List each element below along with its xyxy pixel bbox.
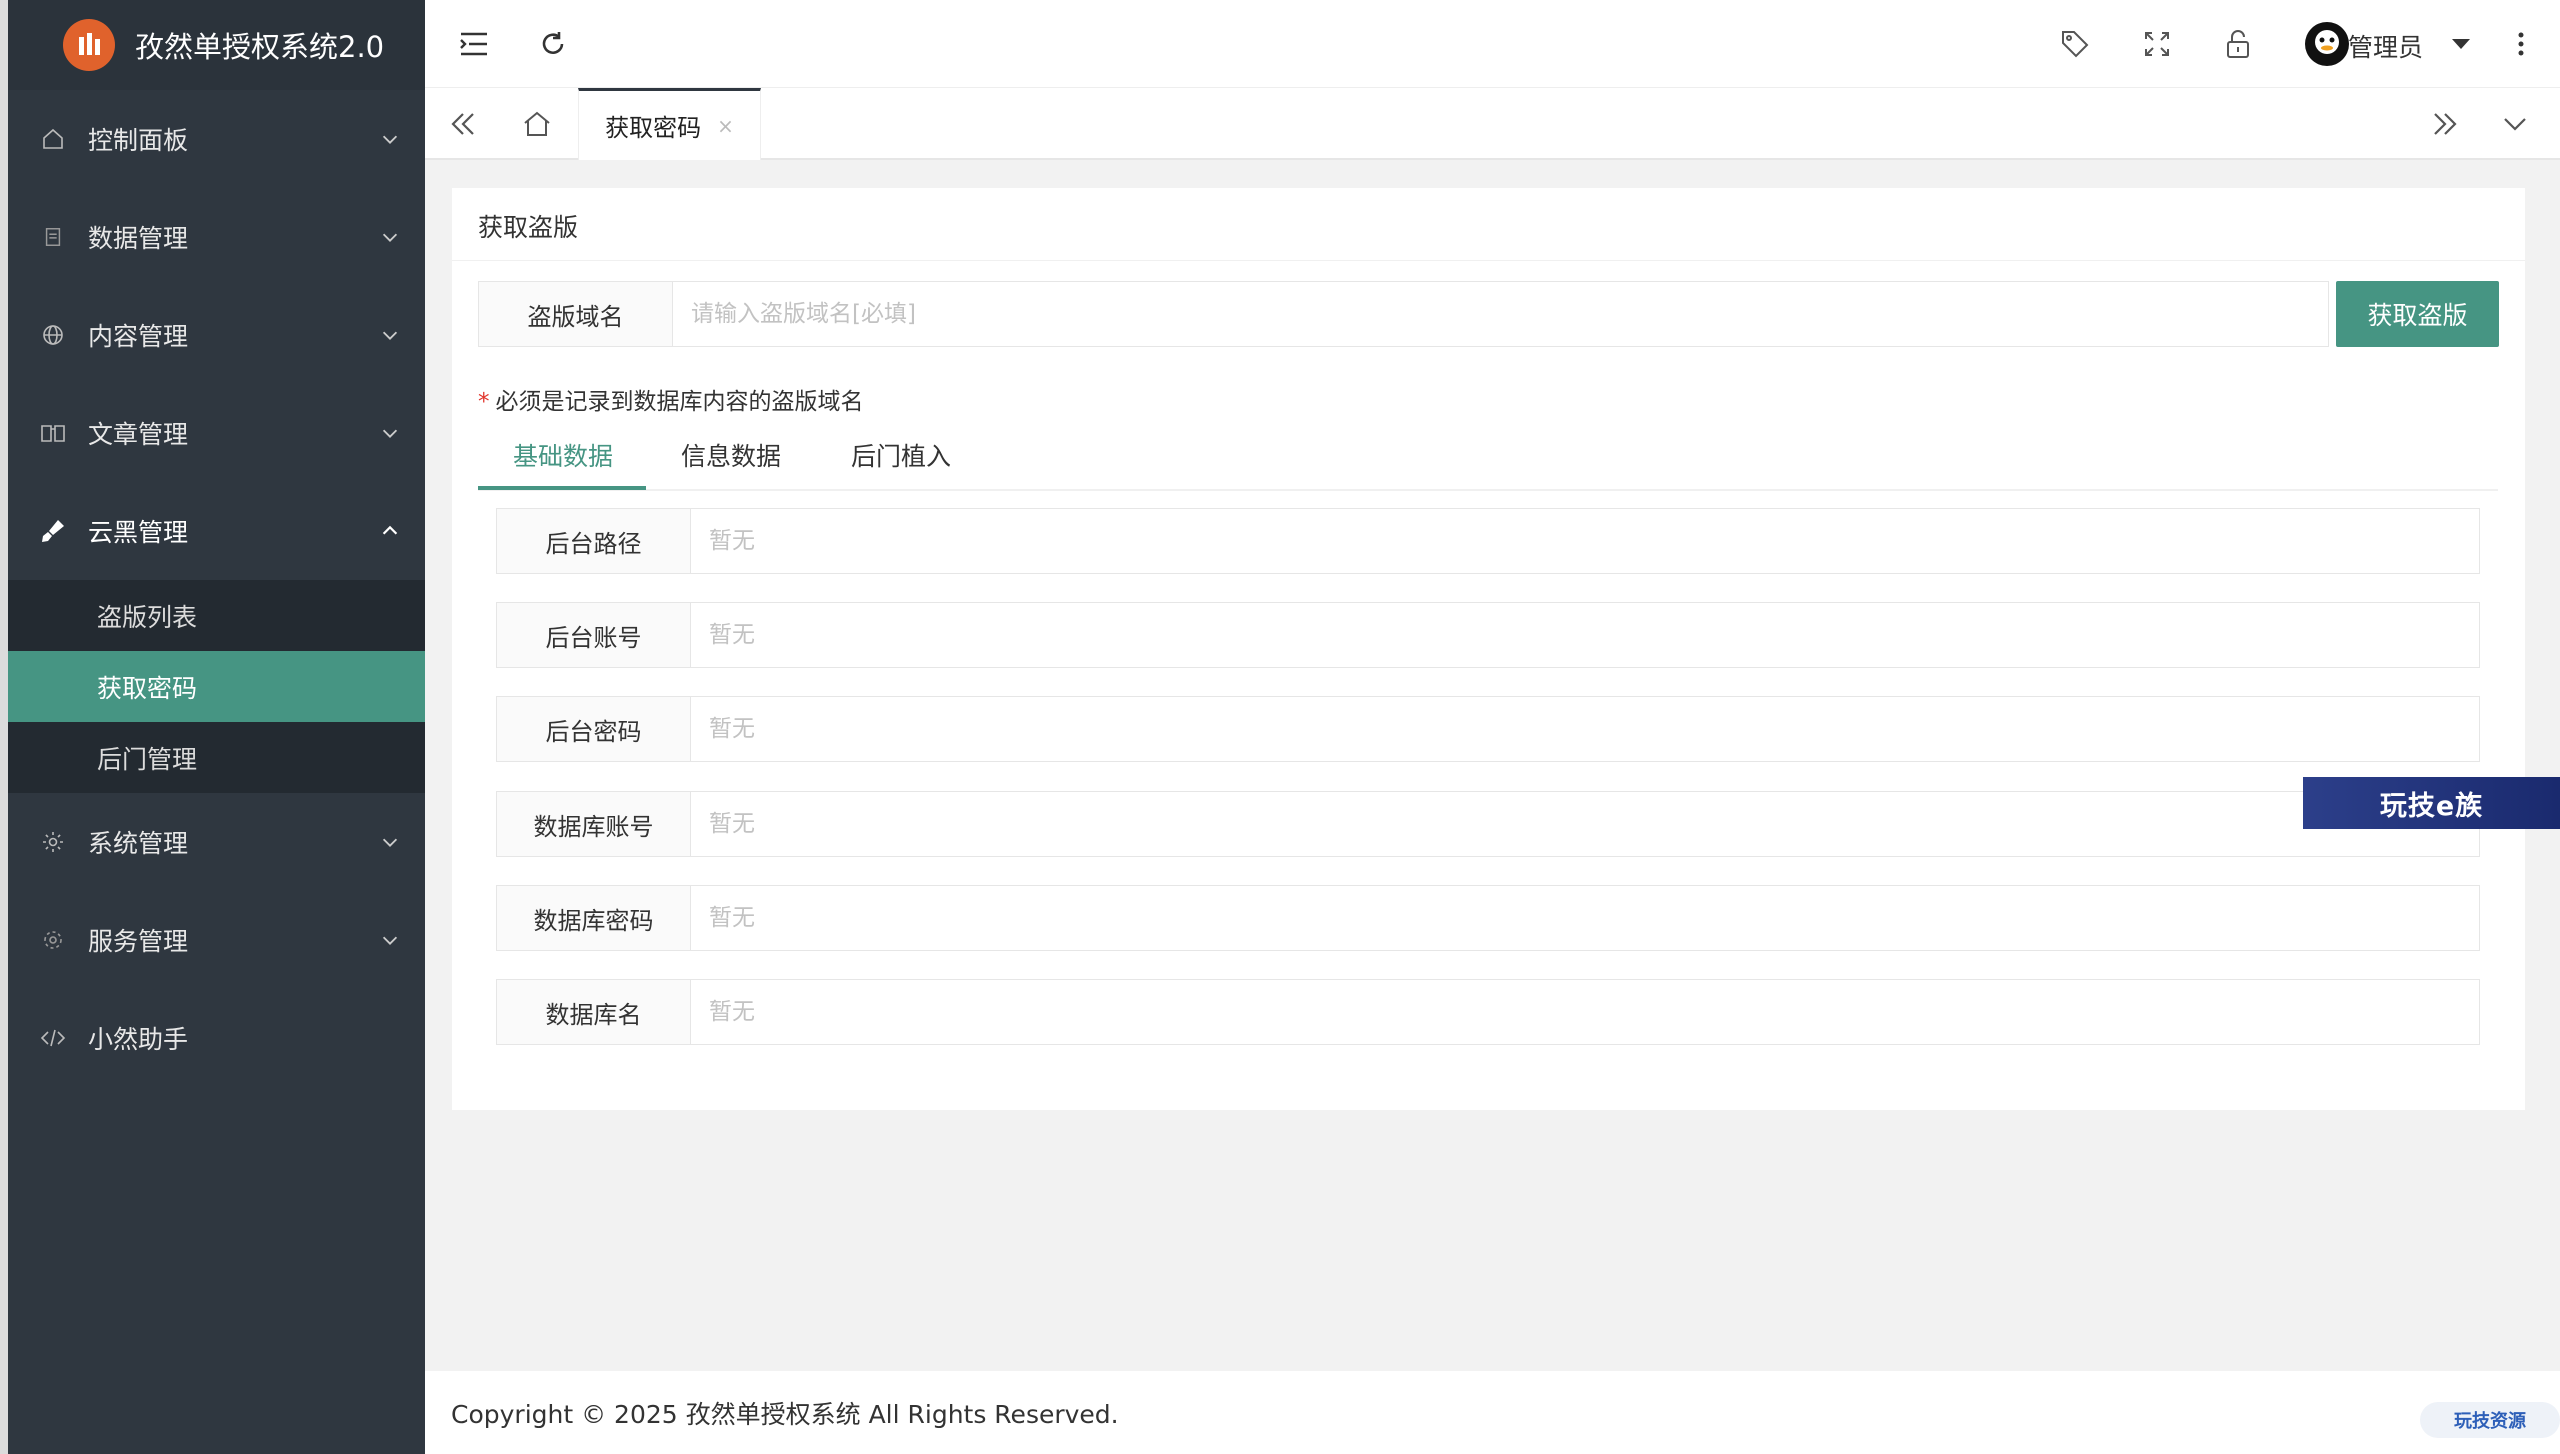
service-icon xyxy=(40,927,66,953)
avatar[interactable] xyxy=(2305,22,2349,66)
chevron-down-icon xyxy=(379,421,403,445)
field-admin-path: 后台路径 xyxy=(496,508,2480,574)
chevron-up-icon xyxy=(379,519,403,543)
sidebar-item-articles[interactable]: 文章管理 xyxy=(8,384,425,482)
home-icon xyxy=(40,126,66,152)
field-db-account: 数据库账号 xyxy=(496,791,2480,857)
tab-bar: 获取密码 × xyxy=(425,88,2560,160)
domain-hint: * 必须是记录到数据库内容的盗版域名 xyxy=(478,382,864,416)
tab-label: 获取密码 xyxy=(605,114,702,142)
chevron-down-icon xyxy=(379,323,403,347)
globe-icon xyxy=(40,322,66,348)
tab-basic-data[interactable]: 基础数据 xyxy=(513,437,613,473)
book-icon xyxy=(40,420,66,446)
caret-down-icon[interactable] xyxy=(2445,28,2477,60)
more-vertical-icon[interactable] xyxy=(2505,28,2537,60)
fetch-piracy-button[interactable]: 获取盗版 xyxy=(2336,281,2499,347)
watermark-badge: 玩技e族 xyxy=(2303,777,2560,829)
footer-watermark: 玩技资源 xyxy=(2420,1402,2560,1438)
lock-icon[interactable] xyxy=(2222,28,2254,60)
home-tab-icon[interactable] xyxy=(521,108,553,140)
db-account-input[interactable] xyxy=(691,792,2479,856)
sidebar-subitem-backdoor[interactable]: 后门管理 xyxy=(8,722,425,793)
sidebar-item-label: 数据管理 xyxy=(88,224,189,253)
admin-account-input[interactable] xyxy=(691,603,2479,667)
sidebar-subitem-label: 获取密码 xyxy=(97,673,198,703)
field-admin-account: 后台账号 xyxy=(496,602,2480,668)
sidebar-item-label: 文章管理 xyxy=(88,420,189,449)
fullscreen-icon[interactable] xyxy=(2141,28,2173,60)
footer: Copyright © 2025 孜然单授权系统 All Rights Rese… xyxy=(425,1371,2560,1454)
tabs-scroll-left-icon[interactable] xyxy=(447,108,479,140)
chevron-down-icon xyxy=(379,127,403,151)
close-icon[interactable]: × xyxy=(717,114,734,138)
field-label: 后台密码 xyxy=(497,697,691,761)
sidebar-item-cloud-black[interactable]: 云黑管理 xyxy=(8,482,425,580)
sidebar-subitem-piracy-list[interactable]: 盗版列表 xyxy=(8,580,425,651)
sidebar-subitem-get-password[interactable]: 获取密码 xyxy=(8,651,425,722)
menu-toggle-icon[interactable] xyxy=(458,28,490,60)
inner-tabs: 基础数据 信息数据 后门植入 xyxy=(478,425,2498,491)
refresh-icon[interactable] xyxy=(537,28,569,60)
sidebar-item-data[interactable]: 数据管理 xyxy=(8,188,425,286)
sidebar-item-label: 系统管理 xyxy=(88,829,189,858)
brush-icon xyxy=(40,518,66,544)
sidebar-subitem-label: 盗版列表 xyxy=(97,602,198,632)
admin-path-input[interactable] xyxy=(691,509,2479,573)
field-db-password: 数据库密码 xyxy=(496,885,2480,951)
field-admin-password: 后台密码 xyxy=(496,696,2480,762)
code-icon xyxy=(40,1025,66,1051)
chevron-down-icon xyxy=(379,830,403,854)
sidebar-item-assistant[interactable]: 小然助手 xyxy=(8,989,425,1087)
sidebar-item-label: 服务管理 xyxy=(88,927,189,956)
db-name-input[interactable] xyxy=(691,980,2479,1044)
submenu-cloud-black: 盗版列表 获取密码 后门管理 xyxy=(8,580,425,793)
db-password-input[interactable] xyxy=(691,886,2479,950)
tag-icon[interactable] xyxy=(2059,28,2091,60)
sidebar-item-label: 云黑管理 xyxy=(88,518,189,547)
sidebar-item-label: 内容管理 xyxy=(88,322,189,351)
sidebar-item-system[interactable]: 系统管理 xyxy=(8,793,425,891)
app-logo-icon xyxy=(63,19,115,71)
sidebar-item-label: 控制面板 xyxy=(88,126,189,155)
field-db-name: 数据库名 xyxy=(496,979,2480,1045)
tabs-menu-chevron-icon[interactable] xyxy=(2499,108,2531,140)
field-label: 数据库账号 xyxy=(497,792,691,856)
field-label: 后台路径 xyxy=(497,509,691,573)
sidebar: 孜然单授权系统2.0 控制面板 数据管理 内容管理 文章管理 云黑管理 盗版列表… xyxy=(0,0,425,1454)
logo-area[interactable]: 孜然单授权系统2.0 xyxy=(8,0,425,90)
chevron-down-icon xyxy=(379,225,403,249)
sidebar-item-service[interactable]: 服务管理 xyxy=(8,891,425,989)
tab-info-data[interactable]: 信息数据 xyxy=(681,437,781,473)
field-label: 后台账号 xyxy=(497,603,691,667)
admin-name[interactable]: 管理员 xyxy=(2348,28,2423,64)
copyright-text: Copyright © 2025 孜然单授权系统 All Rights Rese… xyxy=(451,1399,1119,1429)
required-star: * xyxy=(478,389,490,415)
top-header: 管理员 xyxy=(425,0,2560,88)
tab-get-password[interactable]: 获取密码 × xyxy=(578,88,761,160)
sidebar-item-label: 小然助手 xyxy=(88,1025,189,1054)
chevron-down-icon xyxy=(379,928,403,952)
hint-text: 必须是记录到数据库内容的盗版域名 xyxy=(495,389,864,415)
app-title: 孜然单授权系统2.0 xyxy=(135,30,385,64)
field-label: 数据库密码 xyxy=(497,886,691,950)
sidebar-subitem-label: 后门管理 xyxy=(97,744,198,774)
active-tab-indicator xyxy=(478,486,646,490)
card-title: 获取盗版 xyxy=(478,213,579,242)
domain-input[interactable] xyxy=(673,282,2328,346)
gear-icon xyxy=(40,829,66,855)
admin-password-input[interactable] xyxy=(691,697,2479,761)
tabs-scroll-right-icon[interactable] xyxy=(2429,108,2461,140)
field-label: 数据库名 xyxy=(497,980,691,1044)
domain-label: 盗版域名 xyxy=(479,282,673,346)
divider xyxy=(452,260,2525,261)
sidebar-item-dashboard[interactable]: 控制面板 xyxy=(8,90,425,188)
file-icon xyxy=(40,224,66,250)
tab-backdoor-implant[interactable]: 后门植入 xyxy=(851,437,951,473)
domain-row: 盗版域名 xyxy=(478,281,2329,347)
sidebar-item-content[interactable]: 内容管理 xyxy=(8,286,425,384)
